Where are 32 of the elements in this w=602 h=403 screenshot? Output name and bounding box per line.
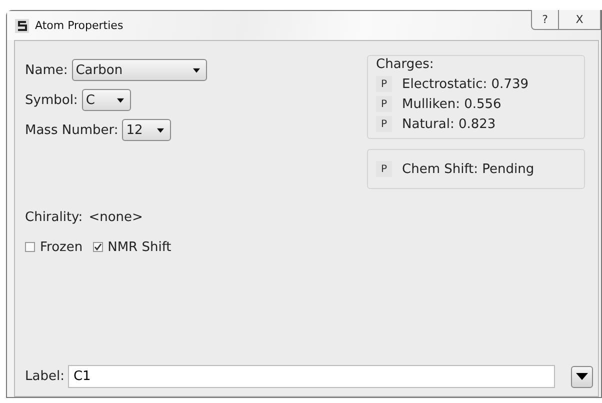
charges-heading: Charges: [376, 57, 435, 72]
checkbox-label: Frozen [40, 240, 83, 254]
checkbox[interactable] [25, 242, 35, 252]
label-caption: Label: [25, 369, 64, 384]
caret-icon [116, 98, 124, 102]
checkbox[interactable] [92, 242, 103, 252]
chirality-label: Chirality: [25, 210, 83, 224]
dropdown-button[interactable] [571, 366, 593, 388]
chirality-value: <none> [88, 210, 143, 224]
label-field[interactable]: C1 [68, 365, 555, 388]
dropdown[interactable]: 12 [122, 119, 172, 141]
p-button[interactable]: P [376, 161, 392, 177]
p-button[interactable]: P [376, 96, 392, 112]
property-text: Natural: 0.823 [402, 116, 496, 132]
p-button[interactable]: P [376, 116, 392, 132]
caret-icon [576, 372, 588, 380]
help-button[interactable]: ? [531, 10, 559, 30]
field-label: Name: [25, 62, 68, 78]
property-text: Chem Shift: Pending [402, 162, 534, 176]
property-text: Electrostatic: 0.739 [402, 76, 529, 92]
checkbox-label: NMR Shift [108, 240, 172, 254]
p-button[interactable]: P [376, 76, 392, 92]
caret-icon [157, 128, 164, 132]
close-button[interactable]: X [559, 10, 601, 30]
dropdown[interactable]: C [82, 89, 131, 111]
field-label: Mass Number: [25, 122, 118, 138]
property-text: Mulliken: 0.556 [402, 96, 502, 112]
dropdown[interactable]: Carbon [72, 59, 207, 81]
app-logo-icon [15, 18, 29, 32]
window-title: Atom Properties [35, 19, 124, 32]
caret-icon [192, 68, 200, 72]
field-label: Symbol: [25, 92, 78, 108]
